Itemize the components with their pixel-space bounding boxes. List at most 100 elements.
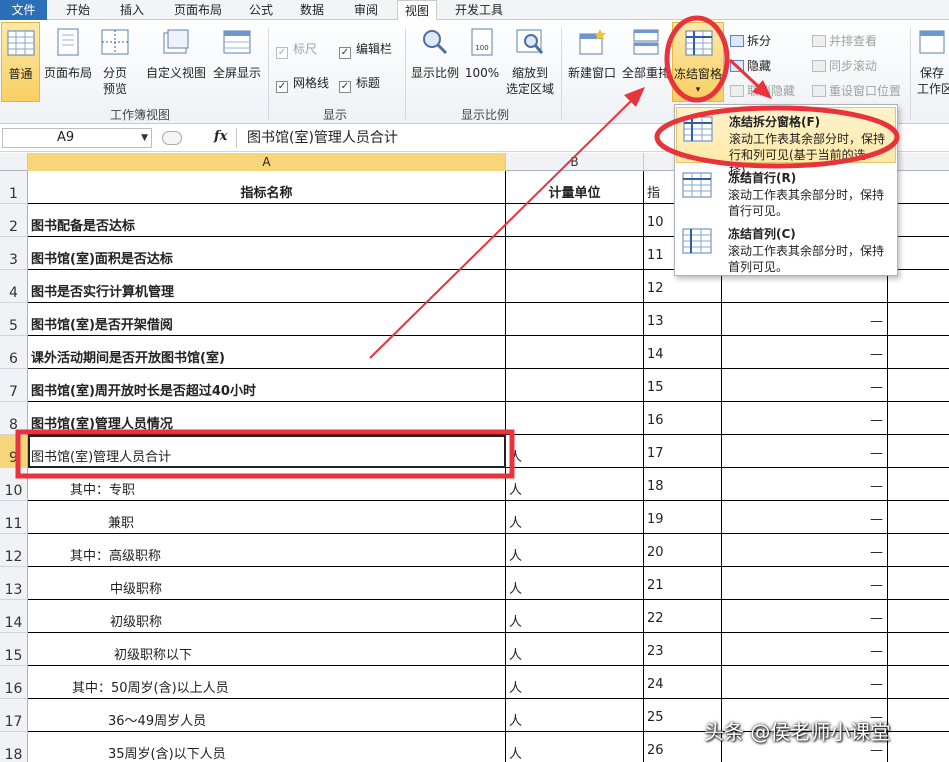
cell-e[interactable] [888, 534, 949, 567]
name-box[interactable]: A9 ▼ [2, 128, 152, 148]
cell-a[interactable]: 指标名称 [28, 171, 506, 204]
cell-a[interactable]: 兼职 [28, 501, 506, 534]
row-header[interactable]: 3 [0, 237, 28, 270]
tab-data[interactable]: 数据 [289, 0, 335, 20]
cell-e[interactable] [888, 501, 949, 534]
cell-c[interactable]: 20 [644, 534, 722, 567]
freeze-top-row-option[interactable]: 冻结首行(R) 滚动工作表其余部分时，保持首行可见。 [676, 164, 896, 220]
row-header[interactable]: 5 [0, 303, 28, 336]
cell-b[interactable] [506, 336, 644, 369]
cell-c[interactable]: 17 [644, 435, 722, 468]
row-header[interactable]: 16 [0, 666, 28, 699]
cell-e[interactable] [888, 600, 949, 633]
cell-b[interactable]: 人 [506, 600, 644, 633]
cell-b[interactable]: 人 [506, 534, 644, 567]
tab-review[interactable]: 审阅 [343, 0, 389, 20]
cell-d[interactable]: — [722, 600, 888, 633]
unhide-button[interactable]: 取消隐藏 [730, 82, 795, 99]
cell-b[interactable]: 人 [506, 435, 644, 468]
cell-a[interactable]: 初级职称 [28, 600, 506, 633]
chevron-down-icon[interactable]: ▼ [141, 129, 148, 147]
zoom-100-button[interactable]: 100 100% [464, 22, 500, 102]
zoom-button[interactable]: 显示比例 [408, 22, 462, 102]
cell-e[interactable] [888, 567, 949, 600]
cell-a[interactable]: 其中：专职 [28, 468, 506, 501]
cell-b[interactable]: 人 [506, 468, 644, 501]
cell-d[interactable]: — [722, 501, 888, 534]
cell-b[interactable]: 人 [506, 699, 644, 732]
freeze-first-column-option[interactable]: 冻结首列(C) 滚动工作表其余部分时，保持首列可见。 [676, 220, 896, 276]
cell-b[interactable]: 人 [506, 567, 644, 600]
row-header[interactable]: 4 [0, 270, 28, 303]
row-header[interactable]: 7 [0, 369, 28, 402]
cell-d[interactable]: — [722, 534, 888, 567]
column-header-a[interactable]: A [28, 153, 506, 171]
cell-e[interactable] [888, 336, 949, 369]
tab-file[interactable]: 文件 [0, 0, 47, 20]
cell-a[interactable]: 课外活动期间是否开放图书馆(室) [28, 336, 506, 369]
save-workspace-button[interactable]: 保存 工作区 [914, 22, 949, 102]
cell-c[interactable]: 22 [644, 600, 722, 633]
reset-window-position-button[interactable]: 重设窗口位置 [812, 82, 901, 99]
insert-function-icon[interactable]: fx [214, 129, 227, 144]
row-header[interactable]: 12 [0, 534, 28, 567]
cell-a[interactable]: 初级职称以下 [28, 633, 506, 666]
cell-a[interactable]: 图书馆(室)周开放时长是否超过40小时 [28, 369, 506, 402]
normal-view-button[interactable]: 普通 [1, 22, 40, 102]
select-all-corner[interactable] [0, 153, 28, 171]
tab-home[interactable]: 开始 [55, 0, 101, 20]
cell-b[interactable] [506, 204, 644, 237]
cell-b[interactable] [506, 270, 644, 303]
gridlines-checkbox[interactable]: ✓ 网格线 [276, 74, 329, 93]
cell-e[interactable] [888, 666, 949, 699]
view-side-by-side-button[interactable]: 并排查看 [812, 32, 877, 49]
cell-e[interactable] [888, 402, 949, 435]
cell-b[interactable] [506, 303, 644, 336]
cell-a[interactable]: 图书馆(室)面积是否达标 [28, 237, 506, 270]
full-screen-button[interactable]: 全屏显示 [210, 22, 264, 102]
page-break-preview-button[interactable]: 分页 预览 [96, 22, 134, 102]
cell-b[interactable]: 人 [506, 732, 644, 762]
cell-a[interactable]: 图书馆(室)管理人员合计 [28, 435, 506, 468]
cell-a[interactable]: 中级职称 [28, 567, 506, 600]
sync-scroll-button[interactable]: 同步滚动 [812, 57, 877, 74]
cell-b[interactable] [506, 402, 644, 435]
row-header[interactable]: 6 [0, 336, 28, 369]
cell-e[interactable] [888, 633, 949, 666]
cell-d[interactable]: — [722, 336, 888, 369]
row-header[interactable]: 11 [0, 501, 28, 534]
cell-e[interactable] [888, 369, 949, 402]
formula-bar-checkbox[interactable]: ✓ 编辑栏 [339, 40, 392, 59]
cell-c[interactable]: 19 [644, 501, 722, 534]
cell-e[interactable] [888, 699, 949, 732]
cell-d[interactable]: — [722, 402, 888, 435]
column-header-b[interactable]: B [506, 153, 644, 171]
cell-c[interactable]: 21 [644, 567, 722, 600]
arrange-all-button[interactable]: 全部重排 [621, 22, 671, 102]
cell-c[interactable]: 18 [644, 468, 722, 501]
cell-c[interactable]: 15 [644, 369, 722, 402]
cell-e[interactable] [888, 435, 949, 468]
row-header[interactable]: 10 [0, 468, 28, 501]
cell-a[interactable]: 图书馆(室)管理人员情况 [28, 402, 506, 435]
cell-a[interactable]: 图书是否实行计算机管理 [28, 270, 506, 303]
cell-c[interactable]: 13 [644, 303, 722, 336]
cell-e[interactable] [888, 468, 949, 501]
page-layout-view-button[interactable]: 页面布局 [42, 22, 94, 102]
hide-button[interactable]: 隐藏 [730, 57, 771, 74]
cell-a[interactable]: 其中：高级职称 [28, 534, 506, 567]
row-header[interactable]: 1 [0, 171, 28, 204]
row-header[interactable]: 18 [0, 732, 28, 762]
row-header[interactable]: 15 [0, 633, 28, 666]
cell-d[interactable]: — [722, 369, 888, 402]
row-header[interactable]: 17 [0, 699, 28, 732]
freeze-panes-option[interactable]: 冻结拆分窗格(F) 滚动工作表其余部分时，保持行和列可见(基于当前的选择)。 [676, 107, 896, 178]
cell-c[interactable]: 24 [644, 666, 722, 699]
cell-b[interactable]: 人 [506, 633, 644, 666]
tab-formulas[interactable]: 公式 [241, 0, 281, 20]
cell-a[interactable]: 其中：50周岁(含)以上人员 [28, 666, 506, 699]
new-window-button[interactable]: 新建窗口 [564, 22, 620, 102]
cell-a[interactable]: 36～49周岁人员 [28, 699, 506, 732]
tab-view[interactable]: 视图 [397, 0, 437, 21]
split-button[interactable]: 拆分 [730, 32, 771, 49]
